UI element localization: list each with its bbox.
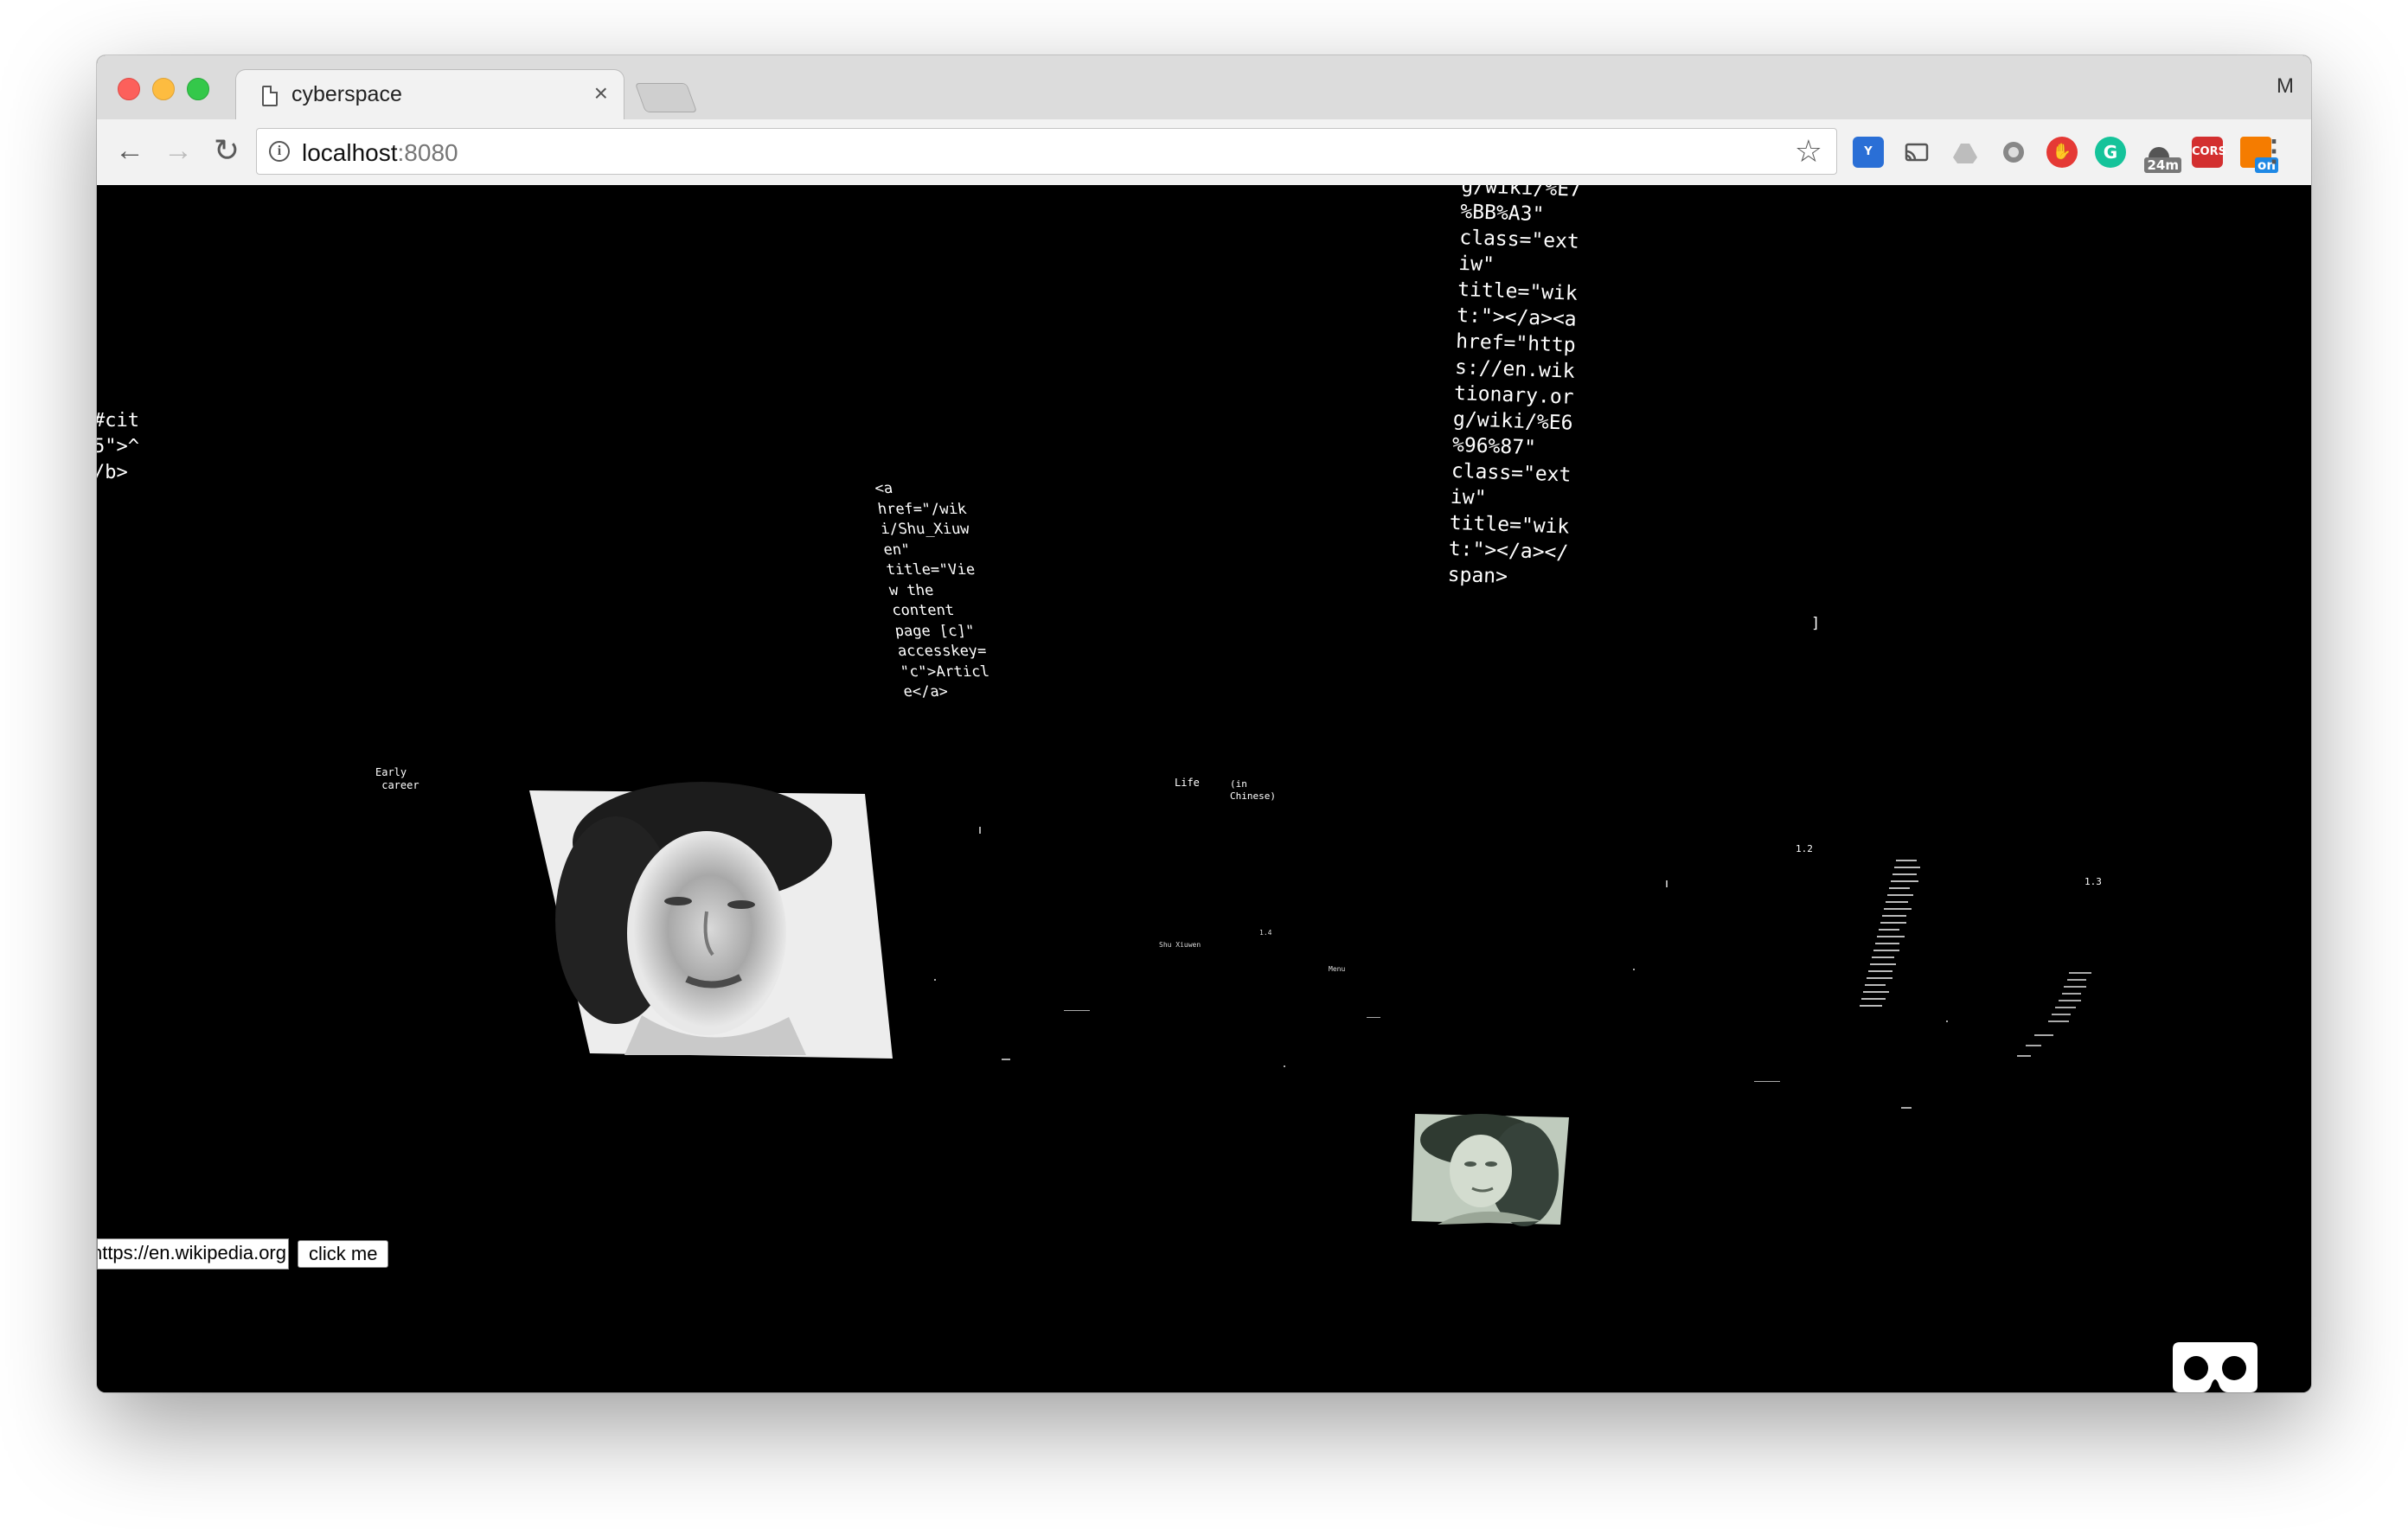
section-label-life: Life bbox=[1175, 777, 1200, 789]
back-button[interactable]: ← bbox=[111, 131, 149, 170]
timer-icon[interactable]: 24m bbox=[2143, 137, 2181, 173]
globe-icon[interactable] bbox=[1998, 137, 2029, 168]
vivaldi-v-icon[interactable]: Y bbox=[1853, 137, 1884, 168]
new-tab-button[interactable] bbox=[634, 83, 698, 112]
code-fragment-article-link: <a href="/wik i/Shu_Xiuw en" title="Vie … bbox=[874, 480, 991, 701]
grammarly-icon[interactable]: G bbox=[2095, 137, 2126, 168]
portrait-photo-large bbox=[529, 782, 893, 1059]
vr-headset-icon[interactable] bbox=[2173, 1342, 2258, 1392]
close-tab-icon[interactable]: × bbox=[594, 80, 608, 106]
address-bar[interactable]: i localhost:8080 ☆ bbox=[256, 128, 1837, 175]
label-shu-xiuwen: Shu Xiuwen bbox=[1159, 941, 1201, 949]
cast-icon[interactable] bbox=[1901, 137, 1932, 168]
toc-number-1-3: 1.3 bbox=[2085, 876, 2102, 887]
toc-number-1-2: 1.2 bbox=[1796, 843, 1813, 854]
browser-window: cyberspace × M ← → ↻ i localhost:8080 ☆ … bbox=[97, 55, 2311, 1392]
minimize-window-button[interactable] bbox=[152, 78, 175, 100]
scene-speck bbox=[1002, 1059, 1010, 1060]
scene-speck bbox=[1633, 969, 1635, 970]
section-label-early-career: Early career bbox=[375, 766, 419, 791]
adblock-icon[interactable]: ✋ bbox=[2046, 137, 2078, 168]
code-fragment-wiktionary: g/wiki/%E7 %BB%A3" class="ext iw" title=… bbox=[1447, 185, 1582, 589]
url-input[interactable]: https://en.wikipedia.org/ bbox=[97, 1238, 289, 1270]
profile-button[interactable]: M bbox=[2277, 74, 2294, 99]
close-window-button[interactable] bbox=[118, 78, 140, 100]
scene-viewport[interactable]: g/wiki/%E7 %BB%A3" class="ext iw" title=… bbox=[97, 185, 2311, 1392]
site-info-icon[interactable]: i bbox=[269, 141, 290, 162]
scene-speck bbox=[934, 979, 936, 981]
click-me-button[interactable]: click me bbox=[298, 1240, 389, 1268]
portrait-photo-small bbox=[1412, 1114, 1569, 1226]
scene-speck bbox=[979, 827, 981, 834]
cors-icon[interactable]: CORS bbox=[2192, 137, 2226, 168]
distant-code-column bbox=[2017, 972, 2091, 1057]
drive-icon[interactable] bbox=[1950, 137, 1981, 168]
code-fragment-left-edge: #cit 5">^ /b> bbox=[97, 410, 139, 483]
reload-button[interactable]: ↻ bbox=[208, 131, 246, 170]
forward-button[interactable]: → bbox=[159, 131, 197, 170]
bracket-fragment: ] bbox=[1811, 615, 1821, 632]
scene-speck bbox=[1754, 1081, 1780, 1082]
distant-code-column bbox=[1860, 860, 1920, 1007]
label-menu: Menu bbox=[1329, 965, 1346, 973]
tab-title: cyberspace bbox=[291, 82, 402, 106]
browser-menu-icon[interactable]: ⋮ bbox=[2259, 135, 2289, 168]
scene-speck bbox=[1901, 1107, 1912, 1109]
toc-number-1-4: 1.4 bbox=[1259, 929, 1272, 937]
url-host: localhost bbox=[302, 139, 398, 166]
page-icon bbox=[262, 86, 278, 106]
scene-speck bbox=[1367, 1017, 1380, 1018]
bookmark-star-icon[interactable]: ☆ bbox=[1795, 134, 1822, 169]
tab-strip: cyberspace × M bbox=[97, 55, 2311, 120]
scene-speck bbox=[1064, 1010, 1090, 1011]
label-in-chinese: (in Chinese) bbox=[1230, 778, 1276, 802]
url-port: :8080 bbox=[397, 139, 458, 166]
tab-cyberspace[interactable]: cyberspace × bbox=[235, 69, 624, 120]
url-text[interactable]: localhost:8080 bbox=[302, 139, 458, 167]
scene-speck bbox=[1284, 1065, 1285, 1067]
scene-speck bbox=[1666, 880, 1668, 887]
zoom-window-button[interactable] bbox=[187, 78, 209, 100]
browser-toolbar: ← → ↻ i localhost:8080 ☆ Y ✋ G 24m CORS on ⋮ bbox=[97, 119, 2311, 186]
